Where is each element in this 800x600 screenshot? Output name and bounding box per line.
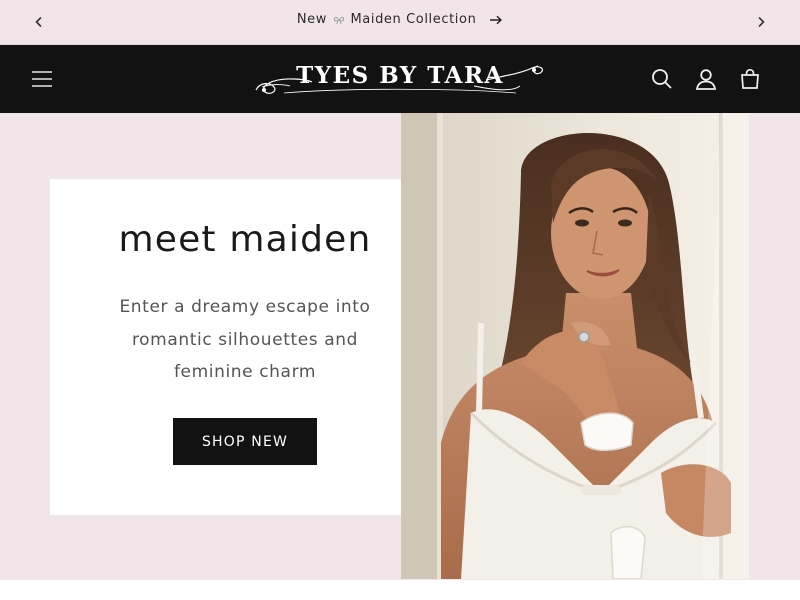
hero-title: meet maiden [118, 219, 372, 260]
site-logo[interactable]: TYES BY TARA [254, 60, 546, 98]
ribbon-bow-icon [333, 16, 344, 24]
cart-button[interactable] [738, 67, 762, 91]
hamburger-menu-icon [32, 71, 52, 87]
hero-description: Enter a dreamy escape into romantic silh… [119, 297, 371, 382]
search-icon [652, 69, 672, 89]
announcement-text: Maiden Collection [350, 12, 477, 27]
logo-text: TYES BY TARA [296, 62, 504, 89]
cart-icon [741, 68, 759, 89]
shop-new-button[interactable]: SHOP NEW [173, 418, 317, 465]
announcement-prefix: New [296, 12, 328, 27]
search-button[interactable] [650, 67, 674, 91]
page-bottom-strip [0, 580, 800, 600]
hero-model-image [401, 113, 749, 579]
announcement-bar: New Maiden Collection [0, 0, 800, 45]
hero-content-card: meet maiden Enter a dreamy escape into r… [50, 179, 440, 515]
user-icon [695, 69, 717, 90]
account-button[interactable] [694, 67, 718, 91]
arrow-right-icon [490, 15, 503, 24]
announcement-link[interactable]: New Maiden Collection [0, 12, 800, 27]
menu-button[interactable] [30, 67, 54, 91]
hero-banner: meet maiden Enter a dreamy escape into r… [0, 113, 800, 580]
model-photo-icon [401, 113, 749, 579]
announcement-next-button[interactable] [751, 12, 771, 32]
chevron-right-icon [758, 16, 765, 28]
